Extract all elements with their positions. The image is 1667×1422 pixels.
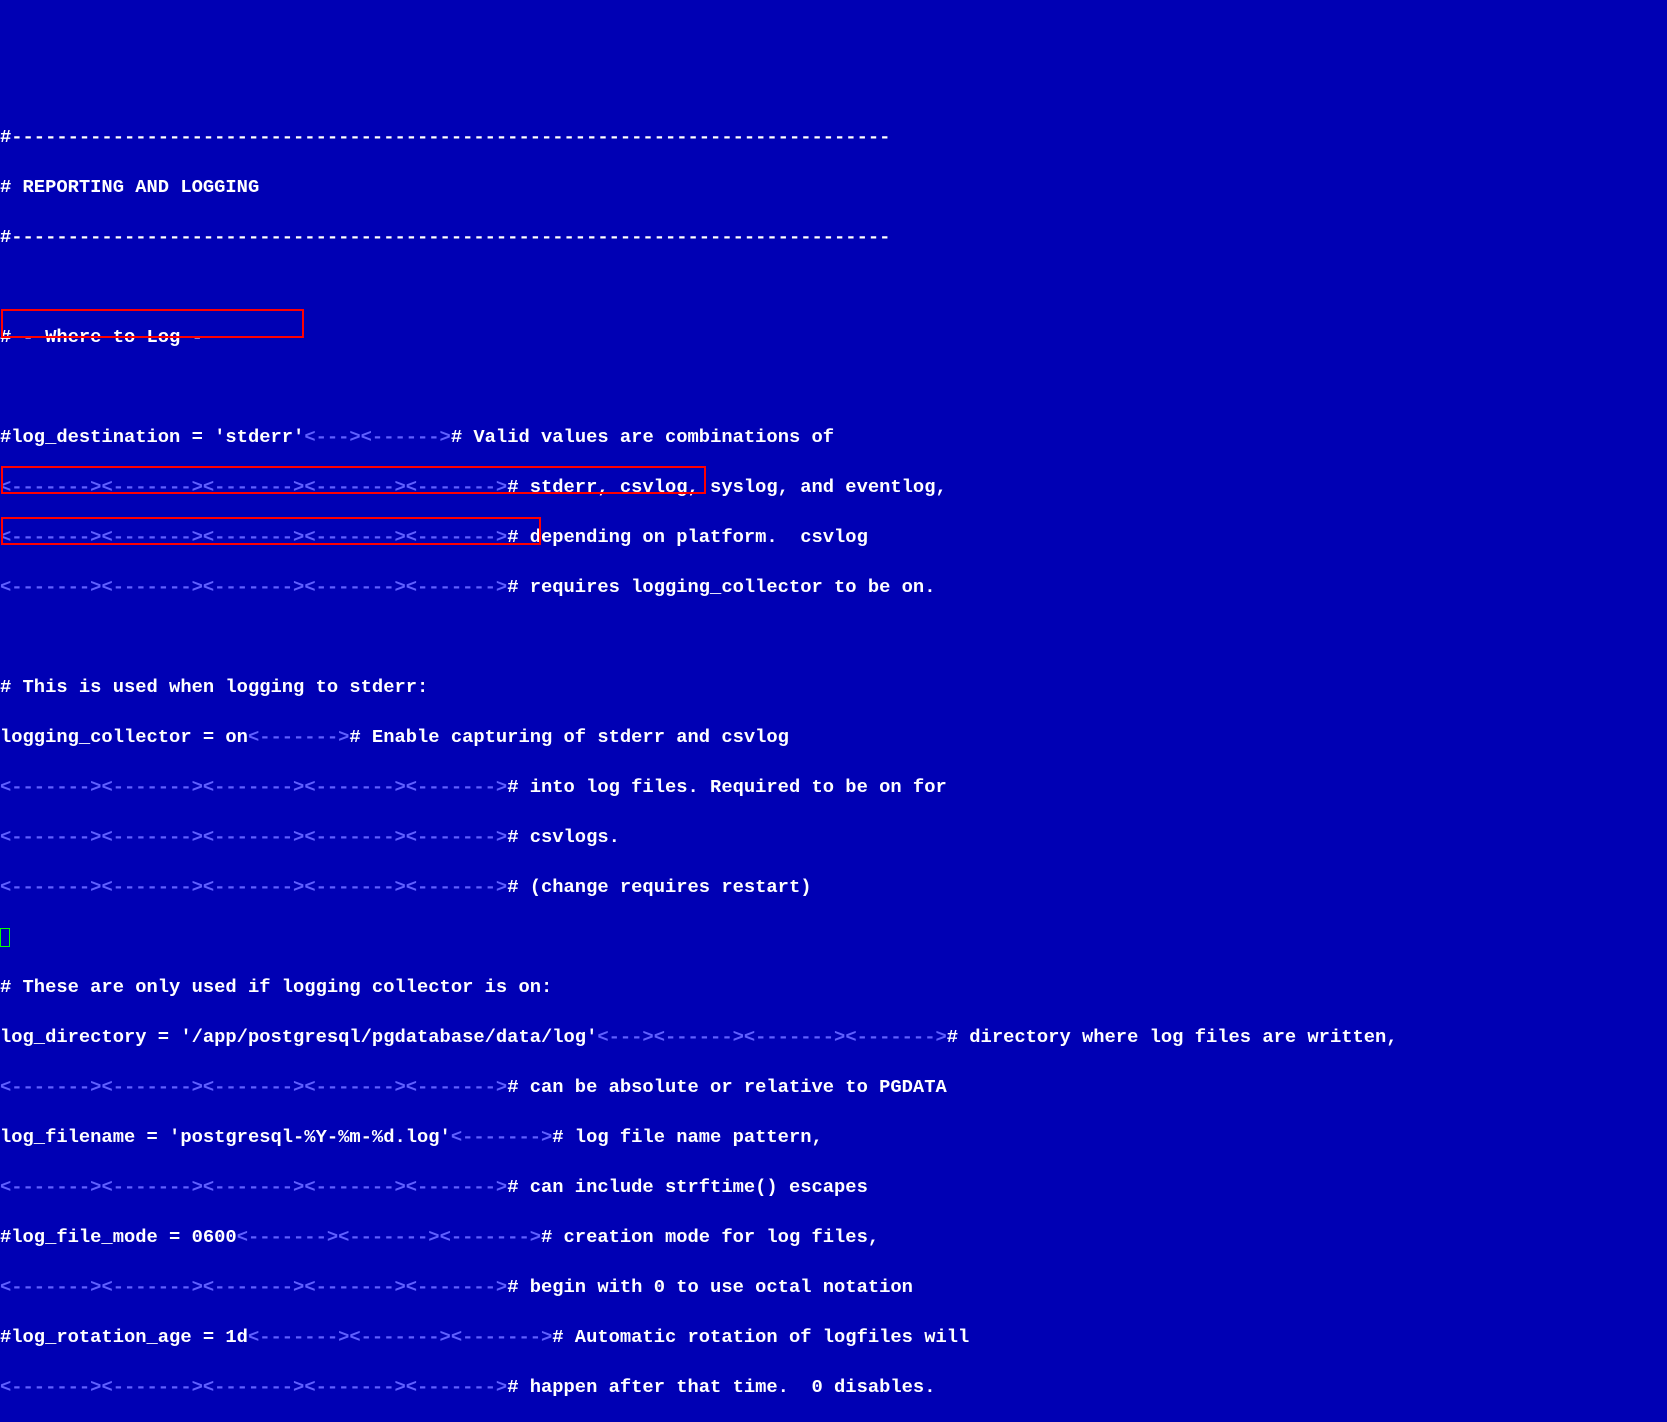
config-line: log_filename = 'postgresql-%Y-%m-%d.log'… — [0, 1125, 1667, 1150]
config-line: logging_collector = on<-------># Enable … — [0, 725, 1667, 750]
blank-line — [0, 625, 1667, 650]
config-line: log_directory = '/app/postgresql/pgdatab… — [0, 1025, 1667, 1050]
config-line: <-------><-------><-------><-------><---… — [0, 775, 1667, 800]
config-line: # - Where to Log - — [0, 325, 1667, 350]
config-line: #log_rotation_age = 1d<-------><------->… — [0, 1325, 1667, 1350]
config-line: <-------><-------><-------><-------><---… — [0, 1275, 1667, 1300]
config-line: <-------><-------><-------><-------><---… — [0, 825, 1667, 850]
config-line: <-------><-------><-------><-------><---… — [0, 475, 1667, 500]
terminal-editor[interactable]: #---------------------------------------… — [0, 100, 1667, 1422]
config-line: # These are only used if logging collect… — [0, 975, 1667, 1000]
config-line: <-------><-------><-------><-------><---… — [0, 575, 1667, 600]
blank-line — [0, 375, 1667, 400]
config-line: <-------><-------><-------><-------><---… — [0, 1075, 1667, 1100]
cursor-icon — [0, 928, 10, 947]
config-line: <-------><-------><-------><-------><---… — [0, 1175, 1667, 1200]
config-line: # This is used when logging to stderr: — [0, 675, 1667, 700]
config-line: #---------------------------------------… — [0, 225, 1667, 250]
blank-line — [0, 275, 1667, 300]
config-line: #log_destination = 'stderr'<---><------>… — [0, 425, 1667, 450]
config-line: # REPORTING AND LOGGING — [0, 175, 1667, 200]
config-line: <-------><-------><-------><-------><---… — [0, 875, 1667, 900]
config-line: <-------><-------><-------><-------><---… — [0, 525, 1667, 550]
config-line: #log_file_mode = 0600<-------><-------><… — [0, 1225, 1667, 1250]
config-line: #---------------------------------------… — [0, 125, 1667, 150]
config-line: <-------><-------><-------><-------><---… — [0, 1375, 1667, 1400]
cursor-line — [0, 925, 1667, 950]
